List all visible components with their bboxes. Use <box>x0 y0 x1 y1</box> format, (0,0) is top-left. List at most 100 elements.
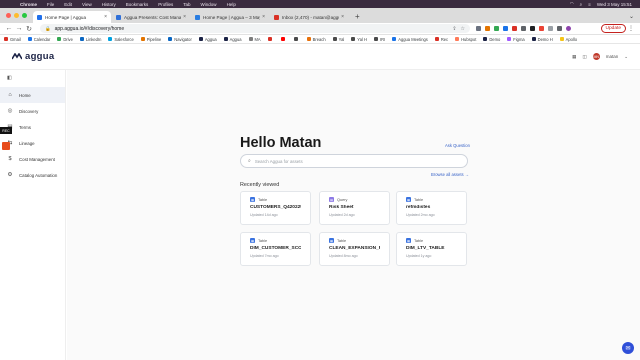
tab-close-icon[interactable]: × <box>341 14 344 20</box>
menu-tab[interactable]: Tab <box>183 2 190 7</box>
bookmark-item[interactable]: Pipeline <box>140 37 161 42</box>
tab-close-icon[interactable]: × <box>262 14 265 20</box>
menu-file[interactable]: File <box>47 2 54 7</box>
bookmark-item[interactable]: Navigator <box>168 37 192 42</box>
new-tab-icon[interactable]: + <box>355 12 360 21</box>
menubar-clock[interactable]: Wed 3 May 15:51 <box>597 2 632 7</box>
extension-icon[interactable] <box>503 26 508 31</box>
maximize-window-icon[interactable] <box>22 13 27 18</box>
table-icon: ▦ <box>329 238 334 243</box>
bookmark-item[interactable]: Hubspot <box>455 37 476 42</box>
bookmark-item[interactable]: Yal <box>332 37 344 42</box>
minimize-window-icon[interactable] <box>14 13 19 18</box>
menu-help[interactable]: Help <box>227 2 236 7</box>
bookmark-item[interactable]: Drive <box>57 37 73 42</box>
extension-icon[interactable] <box>539 26 544 31</box>
browse-all-assets-link[interactable]: Browse all assets → <box>431 172 469 177</box>
wifi-icon[interactable]: ◠ <box>570 1 574 7</box>
sidebar-item-home[interactable]: ⌂ Home <box>0 87 65 103</box>
control-center-icon[interactable]: ≡ <box>588 2 591 7</box>
bookmark-item[interactable]: Demo H <box>531 37 553 42</box>
extension-icon[interactable] <box>512 26 517 31</box>
apple-icon[interactable] <box>8 1 14 7</box>
more-menu-icon[interactable]: ⋮ <box>628 25 634 32</box>
asset-card[interactable]: ▤ Query Risk Sheet Updated 2d ago <box>319 191 390 225</box>
aggua-logo[interactable]: aggua <box>12 51 54 62</box>
sidebar-panel-icon[interactable] <box>557 26 562 31</box>
bookmark-item[interactable]: IRI <box>373 37 385 42</box>
bookmark-item[interactable]: Figma <box>507 37 525 42</box>
share-icon[interactable]: ⇪ <box>452 26 456 32</box>
search-input[interactable]: ⌕ Search Aggua for assets <box>240 154 468 168</box>
asset-card[interactable]: ▦Table DIM_CUSTOMER_SCORE Updated 7mo ag… <box>240 232 311 266</box>
browser-tab[interactable]: Aggua Presents: Cost Manag... × <box>112 11 190 23</box>
chat-support-button[interactable]: ✉ <box>622 342 634 354</box>
tab-close-icon[interactable]: × <box>183 14 186 20</box>
bookmark-item[interactable]: Salesforce <box>108 37 134 42</box>
bookmark-item[interactable]: Demo <box>483 37 500 42</box>
extension-icon[interactable] <box>530 26 535 31</box>
avatar[interactable]: MN <box>592 53 600 60</box>
puzzle-icon[interactable] <box>548 26 553 31</box>
notifications-icon[interactable]: ◫ <box>582 54 586 60</box>
bookmark-item[interactable]: Rec <box>434 37 448 42</box>
search-placeholder[interactable]: Search Aggua for assets <box>255 159 303 164</box>
bookmark-item[interactable]: Gmail <box>4 37 21 42</box>
lock-icon[interactable]: 🔒 <box>45 26 51 32</box>
address-bar[interactable]: 🔒 app.aggua.io/#/discovery/home ⇪ ☆ <box>40 24 470 33</box>
bookmark-item[interactable]: Apollo <box>559 37 577 42</box>
asset-card[interactable]: ▦ Table refmdistes Updated 2mo ago <box>396 191 467 225</box>
collapse-sidebar-icon[interactable]: ◧ <box>7 75 12 81</box>
update-button[interactable]: Update <box>600 24 626 33</box>
extension-icon[interactable] <box>485 26 490 31</box>
extension-icon[interactable] <box>521 26 526 31</box>
menu-profiles[interactable]: Profiles <box>158 2 173 7</box>
bookmark-item[interactable]: Aggua <box>198 37 217 42</box>
browser-tab[interactable]: Inbox (2,470) - matan@aggu... × <box>270 11 348 23</box>
bookmark-item[interactable] <box>280 37 287 41</box>
bookmark-favicon-icon <box>79 37 84 41</box>
extension-icon[interactable] <box>476 26 481 31</box>
bookmark-item[interactable] <box>267 37 274 41</box>
tab-close-icon[interactable]: × <box>104 14 107 20</box>
asset-card[interactable]: ▦Table CLEAN_EXPANSION_PO... Updated 8mo… <box>319 232 390 266</box>
menu-edit[interactable]: Edit <box>64 2 72 7</box>
chevron-down-icon[interactable]: ⌄ <box>624 54 628 60</box>
sidebar-item-catalog-automation[interactable]: ⚙ Catalog Automation <box>0 167 65 183</box>
forward-arrow-icon[interactable]: → <box>14 25 24 32</box>
calendar-icon[interactable]: ▦ <box>572 54 576 60</box>
sidebar-item-cost-management[interactable]: $ Cost Management <box>0 151 65 167</box>
floating-app-icon[interactable] <box>2 142 10 150</box>
close-window-icon[interactable] <box>6 13 11 18</box>
url-text[interactable]: app.aggua.io/#/discovery/home <box>55 26 125 32</box>
menu-app-name[interactable]: Chrome <box>20 2 37 7</box>
profile-avatar-icon[interactable] <box>566 26 571 31</box>
search-spotlight-icon[interactable]: ⌕ <box>580 2 583 7</box>
bookmark-item[interactable]: Aggua Meetings <box>392 37 428 42</box>
menu-bookmarks[interactable]: Bookmarks <box>126 2 149 7</box>
bookmark-item[interactable]: Yal H <box>351 37 367 42</box>
back-arrow-icon[interactable]: ← <box>4 25 14 32</box>
floating-recorder-widget[interactable]: REC <box>0 127 12 134</box>
ask-question-link[interactable]: Ask Question <box>445 143 470 148</box>
browser-tab[interactable]: Home Page | Aggua – 3 May 2... × <box>191 11 269 23</box>
extension-icon[interactable] <box>494 26 499 31</box>
user-name[interactable]: matan <box>606 54 619 59</box>
menu-view[interactable]: View <box>82 2 92 7</box>
bookmark-item[interactable]: LinkedIn <box>79 37 101 42</box>
asset-card[interactable]: ▦Table CUSTOMERS_Q42022US Updated 14d ag… <box>240 191 311 225</box>
tab-search-chevron-icon[interactable]: ⌄ <box>629 13 634 20</box>
bookmark-item[interactable]: MA <box>248 37 261 42</box>
sidebar-item-discovery[interactable]: ◎ Discovery <box>0 103 65 119</box>
browser-tab-active[interactable]: Home Page | Aggua × <box>33 11 111 23</box>
asset-card[interactable]: ▦ Table DIM_LTV_TABLE Updated 1y ago <box>396 232 467 266</box>
bookmark-item[interactable]: Calendar <box>27 37 50 42</box>
bookmark-item[interactable] <box>293 37 300 41</box>
menu-history[interactable]: History <box>102 2 116 7</box>
reload-icon[interactable]: ↻ <box>24 25 34 33</box>
bookmark-label: Aggua Meetings <box>398 36 428 42</box>
bookmark-item[interactable]: Breach <box>306 37 326 42</box>
bookmark-star-icon[interactable]: ☆ <box>461 26 465 32</box>
bookmark-item[interactable]: Aggua <box>223 37 242 42</box>
menu-window[interactable]: Window <box>201 2 217 7</box>
